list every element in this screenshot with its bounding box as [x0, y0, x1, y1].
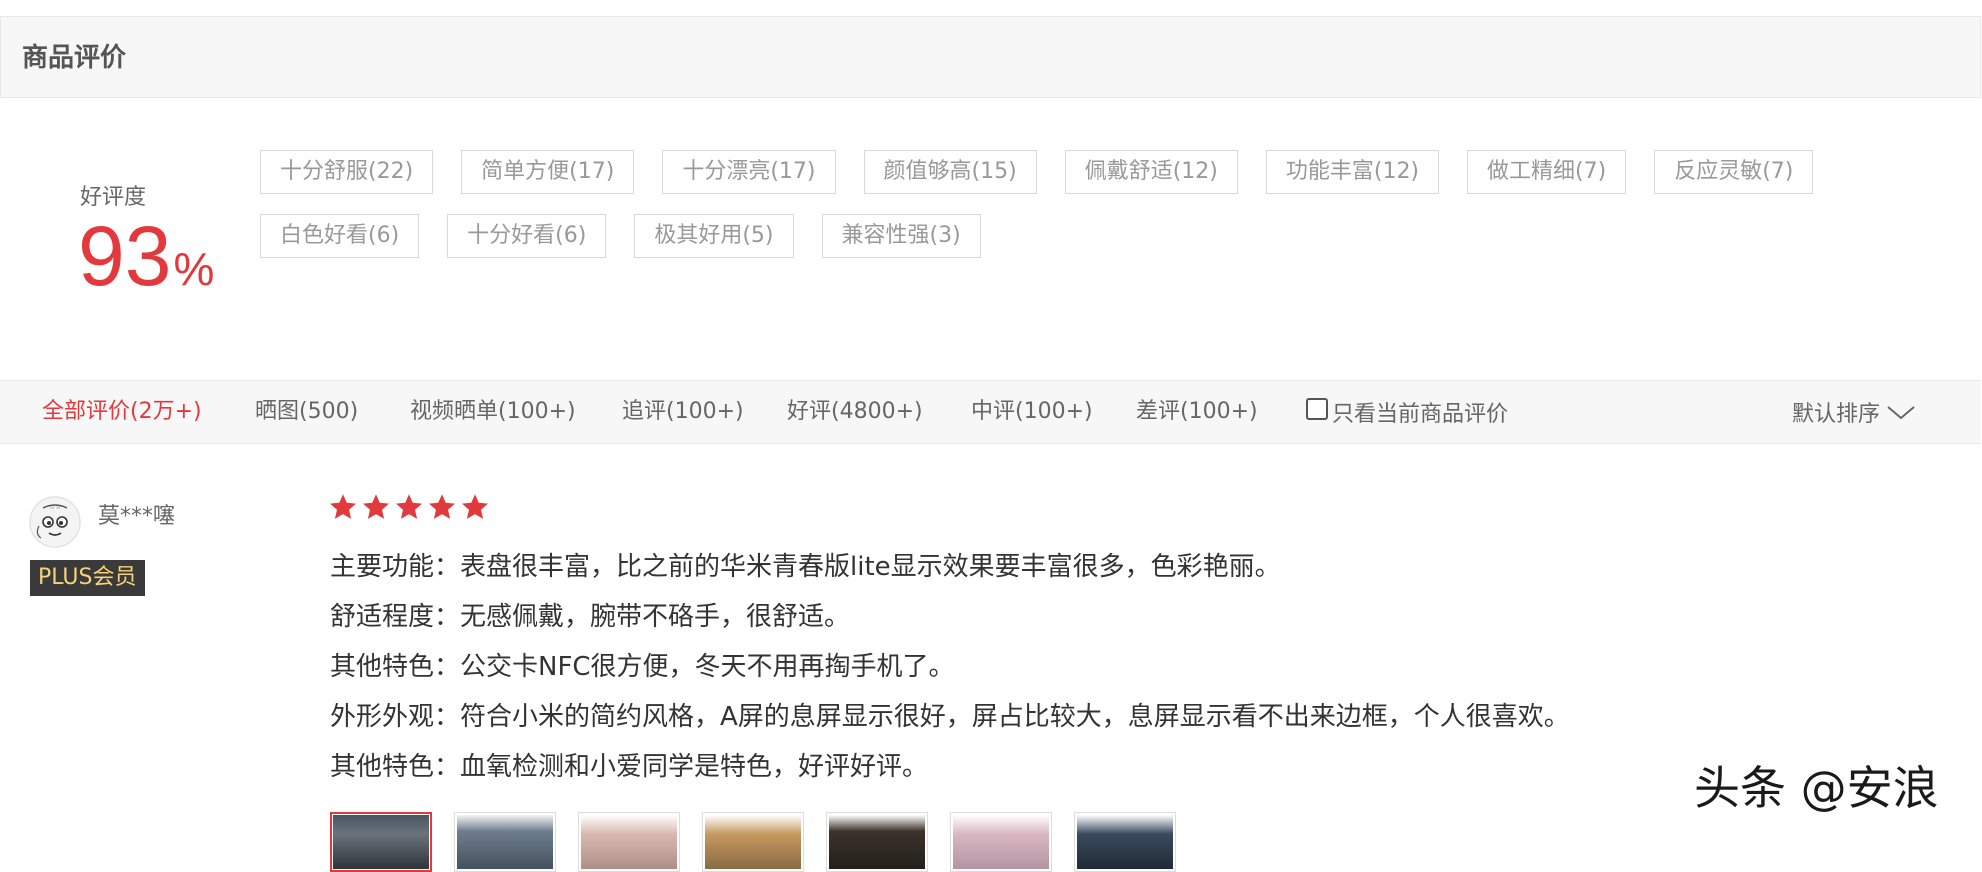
review-thumbnail[interactable]	[578, 812, 680, 872]
review-thumbnail[interactable]	[826, 812, 928, 872]
filter-tab-all[interactable]: 全部评价(2万+)	[42, 381, 202, 443]
star-rating	[328, 492, 490, 526]
svg-text:☆☆: ☆☆	[49, 503, 62, 511]
filter-tab-good[interactable]: 好评(4800+)	[787, 381, 923, 443]
review-line: 其他特色：血氧检测和小爱同学是特色，好评好评。	[330, 752, 929, 782]
current-product-checkbox-label[interactable]: 只看当前商品评价	[1332, 396, 1508, 428]
section-header	[0, 16, 1981, 98]
avatar-icon[interactable]: ☆☆	[29, 496, 81, 548]
filter-tab-followup[interactable]: 追评(100+)	[622, 381, 744, 443]
positive-rate-number: 93	[78, 209, 172, 303]
tag-item[interactable]: 极其好用(5)	[634, 214, 794, 258]
review-content: 主要功能：表盘很丰富，比之前的华米青春版lite显示效果要丰富很多，色彩艳丽。 …	[330, 548, 1570, 798]
current-product-filter[interactable]: 只看当前商品评价	[1306, 381, 1508, 443]
positive-rate-value: 93%	[78, 214, 214, 298]
star-icon	[427, 492, 457, 526]
review-thumbnail[interactable]	[950, 812, 1052, 872]
watermark: 头条 @安浪	[1694, 761, 1939, 815]
filter-tab-video[interactable]: 视频晒单(100+)	[410, 381, 576, 443]
tag-item[interactable]: 十分舒服(22)	[260, 150, 434, 194]
filter-bar: 全部评价(2万+) 晒图(500) 视频晒单(100+) 追评(100+) 好评…	[0, 380, 1981, 444]
positive-rate-unit: %	[173, 243, 215, 295]
star-icon	[460, 492, 490, 526]
tag-item[interactable]: 反应灵敏(7)	[1654, 150, 1814, 194]
positive-rate-label: 好评度	[80, 185, 147, 210]
review-line: 舒适程度：无感佩戴，腕带不硌手，很舒适。	[330, 602, 851, 632]
tag-item[interactable]: 简单方便(17)	[461, 150, 635, 194]
tag-item[interactable]: 兼容性强(3)	[821, 214, 981, 258]
review-line: 其他特色：公交卡NFC很方便，冬天不用再掏手机了。	[330, 652, 955, 682]
section-title: 商品评价	[22, 43, 127, 73]
review-thumbnail[interactable]	[454, 812, 556, 872]
tag-item[interactable]: 颜值够高(15)	[863, 150, 1037, 194]
star-icon	[361, 492, 391, 526]
tag-list: 十分舒服(22) 简单方便(17) 十分漂亮(17) 颜值够高(15) 佩戴舒适…	[260, 150, 1910, 258]
review-thumbnail[interactable]	[1074, 812, 1176, 872]
star-icon	[328, 492, 358, 526]
star-icon	[394, 492, 424, 526]
tag-item[interactable]: 十分好看(6)	[447, 214, 607, 258]
filter-tab-bad[interactable]: 差评(100+)	[1136, 381, 1258, 443]
review-thumbnail[interactable]	[330, 812, 432, 872]
tag-item[interactable]: 白色好看(6)	[260, 214, 420, 258]
sort-label[interactable]: 默认排序	[1792, 396, 1880, 428]
filter-tab-photos[interactable]: 晒图(500)	[255, 381, 358, 443]
review-username[interactable]: 莫***噻	[98, 502, 175, 532]
tag-item[interactable]: 佩戴舒适(12)	[1064, 150, 1238, 194]
filter-tab-neutral[interactable]: 中评(100+)	[971, 381, 1093, 443]
tag-item[interactable]: 功能丰富(12)	[1265, 150, 1440, 194]
sort-dropdown[interactable]: 默认排序	[1792, 381, 1916, 443]
review-image-list	[330, 812, 1176, 872]
review-line: 外形外观：符合小米的简约风格，A屏的息屏显示很好，屏占比较大，息屏显示看不出来边…	[330, 702, 1570, 732]
chevron-down-icon	[1886, 403, 1916, 421]
plus-member-badge: PLUS会员	[30, 560, 145, 596]
tag-item[interactable]: 十分漂亮(17)	[662, 150, 836, 194]
current-product-checkbox[interactable]	[1306, 398, 1328, 420]
review-thumbnail[interactable]	[702, 812, 804, 872]
tag-item[interactable]: 做工精细(7)	[1467, 150, 1627, 194]
review-line: 主要功能：表盘很丰富，比之前的华米青春版lite显示效果要丰富很多，色彩艳丽。	[330, 552, 1281, 582]
